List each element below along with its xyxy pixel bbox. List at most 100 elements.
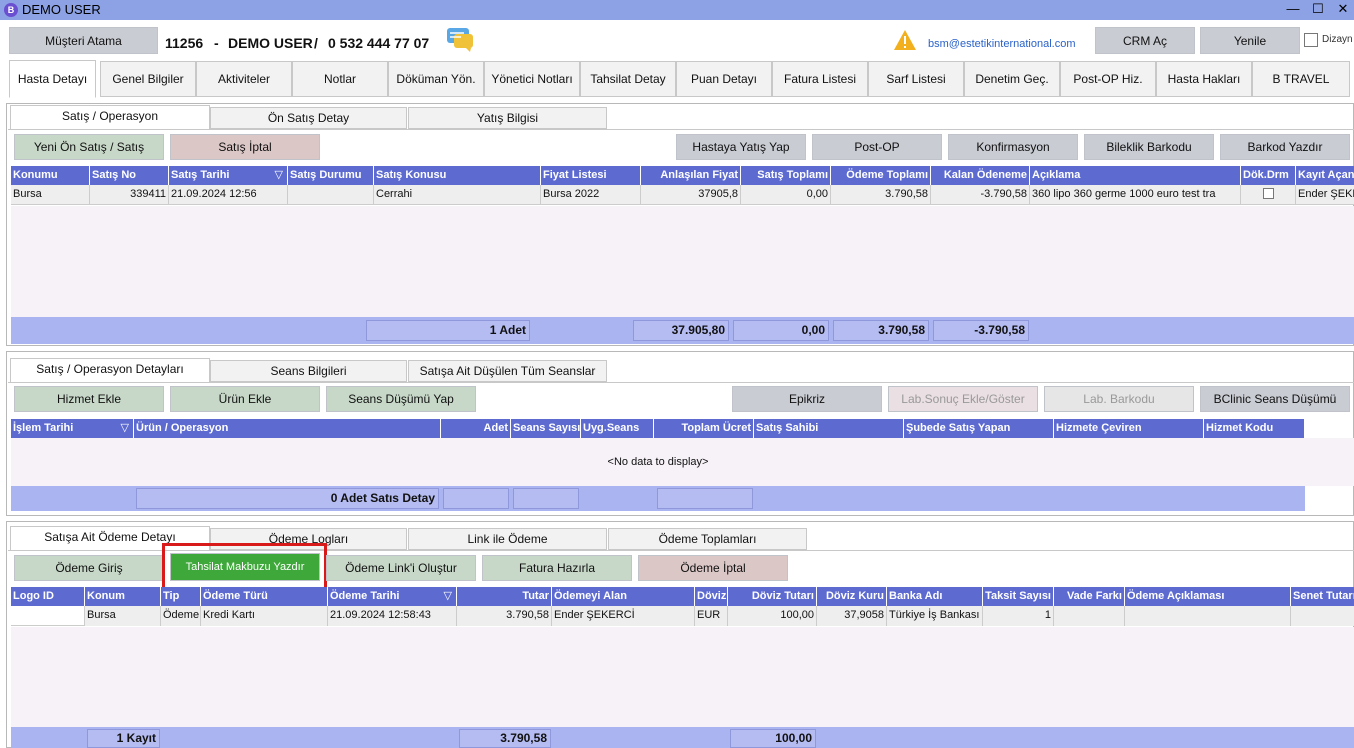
col-fx-rate[interactable]: Döviz Kuru: [817, 587, 887, 606]
tab-sale-operation-details[interactable]: Satış / Operasyon Detayları: [10, 358, 210, 383]
col-payment-total[interactable]: Ödeme Toplamı: [831, 166, 931, 185]
tab-admission-info[interactable]: Yatış Bilgisi: [408, 107, 607, 129]
col-bank-name[interactable]: Banka Adı: [887, 587, 983, 606]
sales-count: 1 Adet: [366, 320, 530, 341]
col-sale-owner[interactable]: Satış Sahibi: [754, 419, 904, 438]
col-installments[interactable]: Taksit Sayısı: [983, 587, 1054, 606]
tab-collection-detail[interactable]: Tahsilat Detay: [580, 61, 676, 97]
confirmation-button[interactable]: Konfirmasyon: [948, 134, 1078, 160]
tab-manager-notes[interactable]: Yönetici Notları: [484, 61, 580, 97]
col-sale-no[interactable]: Satış No: [90, 166, 169, 185]
close-icon[interactable]: ✕: [1330, 0, 1354, 20]
email-link[interactable]: bsm@estetikinternational.com: [928, 38, 1076, 50]
col-payment-type[interactable]: Ödeme Türü: [201, 587, 328, 606]
tab-presale-detail[interactable]: Ön Satış Detay: [210, 107, 407, 129]
col-service-code[interactable]: Hizmet Kodu: [1204, 419, 1305, 438]
col-applied-session[interactable]: Uyg.Seans: [581, 419, 654, 438]
col-total-fee[interactable]: Toplam Ücret: [654, 419, 754, 438]
filter-icon[interactable]: ▽: [275, 166, 283, 184]
bclinic-session-button[interactable]: BClinic Seans Düşümü: [1200, 386, 1350, 412]
col-product-operation[interactable]: Ürün / Operasyon: [134, 419, 441, 438]
tab-points-detail[interactable]: Puan Detayı: [676, 61, 772, 97]
col-sale-subject[interactable]: Satış Konusu: [374, 166, 541, 185]
col-sale-date[interactable]: Satış Tarihi ▽: [169, 166, 288, 185]
customer-assign-button[interactable]: Müşteri Atama: [9, 27, 158, 54]
epicrisis-button[interactable]: Epikriz: [732, 386, 882, 412]
cancel-payment-button[interactable]: Ödeme İptal: [638, 555, 788, 581]
sales-grid-header: Konumu Satış No Satış Tarihi ▽ Satış Duru…: [11, 166, 1354, 185]
lab-result-button[interactable]: Lab.Sonuç Ekle/Göster: [888, 386, 1038, 412]
tab-sales-operation[interactable]: Satış / Operasyon: [10, 105, 210, 130]
tab-consumables-list[interactable]: Sarf Listesi: [868, 61, 964, 97]
tab-postop-services[interactable]: Post-OP Hiz.: [1060, 61, 1156, 97]
create-payment-link-button[interactable]: Ödeme Link'i Oluştur: [326, 555, 476, 581]
col-payment-date[interactable]: Ödeme Tarihi ▽: [328, 587, 457, 606]
add-service-button[interactable]: Hizmet Ekle: [14, 386, 164, 412]
col-logo-id[interactable]: Logo ID: [11, 587, 85, 606]
design-checkbox[interactable]: [1304, 33, 1318, 50]
col-payment-note[interactable]: Ödeme Açıklaması: [1125, 587, 1291, 606]
tab-payment-totals[interactable]: Ödeme Toplamları: [608, 528, 807, 550]
col-branch-seller[interactable]: Şubede Satış Yapan: [904, 419, 1054, 438]
crm-open-button[interactable]: CRM Aç: [1095, 27, 1195, 54]
col-service-converter[interactable]: Hizmete Çeviren: [1054, 419, 1204, 438]
tab-all-sessions[interactable]: Satışa Ait Düşülen Tüm Seanslar: [408, 360, 607, 382]
refresh-button[interactable]: Yenile: [1200, 27, 1300, 54]
col-received-by[interactable]: Ödemeyi Alan: [552, 587, 695, 606]
tab-link-payment[interactable]: Link ile Ödeme: [408, 528, 607, 550]
tab-patient-rights[interactable]: Hasta Hakları: [1156, 61, 1252, 97]
col-session-count[interactable]: Seans Sayısı: [511, 419, 581, 438]
col-currency[interactable]: Döviz: [695, 587, 728, 606]
tab-b-travel[interactable]: B TRAVEL: [1252, 61, 1350, 97]
col-remaining[interactable]: Kalan Ödeneme: [931, 166, 1030, 185]
tab-invoice-list[interactable]: Fatura Listesi: [772, 61, 868, 97]
col-amount[interactable]: Tutar: [457, 587, 552, 606]
bracelet-barcode-button[interactable]: Bileklik Barkodu: [1084, 134, 1214, 160]
admit-patient-button[interactable]: Hastaya Yatış Yap: [676, 134, 806, 160]
col-sale-status[interactable]: Satış Durumu: [288, 166, 374, 185]
table-row[interactable]: Bursa Ödeme Kredi Kartı 21.09.2024 12:58…: [11, 606, 1354, 626]
maximize-icon[interactable]: ☐: [1305, 0, 1331, 20]
col-opened-by[interactable]: Kayıt Açan: [1296, 166, 1354, 185]
tab-general-info[interactable]: Genel Bilgiler: [100, 61, 196, 97]
lab-barcode-button[interactable]: Lab. Barkodu: [1044, 386, 1194, 412]
col-late-fee[interactable]: Vade Farkı: [1054, 587, 1125, 606]
session-deduct-button[interactable]: Seans Düşümü Yap: [326, 386, 476, 412]
col-type[interactable]: Tip: [161, 587, 201, 606]
add-product-button[interactable]: Ürün Ekle: [170, 386, 320, 412]
col-bond-amount[interactable]: Senet Tutarı: [1291, 587, 1354, 606]
new-sale-button[interactable]: Yeni Ön Satış / Satış: [14, 134, 164, 160]
col-description[interactable]: Açıklama: [1030, 166, 1241, 185]
doc-status-checkbox[interactable]: [1241, 185, 1296, 205]
tab-patient-detail[interactable]: Hasta Detayı: [9, 60, 96, 98]
filter-icon[interactable]: ▽: [121, 419, 129, 437]
tab-documents[interactable]: Döküman Yön.: [388, 61, 484, 97]
cell-payment-note: [1125, 606, 1291, 626]
message-icon[interactable]: [446, 27, 474, 53]
print-barcode-button[interactable]: Barkod Yazdır: [1220, 134, 1350, 160]
cancel-sale-button[interactable]: Satış İptal: [170, 134, 320, 160]
col-sale-total[interactable]: Satış Toplamı: [741, 166, 831, 185]
col-pay-location[interactable]: Konum: [85, 587, 161, 606]
col-quantity[interactable]: Adet: [441, 419, 511, 438]
col-agreed-price[interactable]: Anlaşılan Fiyat: [641, 166, 741, 185]
col-fx-amount[interactable]: Döviz Tutarı: [728, 587, 817, 606]
tab-session-info[interactable]: Seans Bilgileri: [210, 360, 407, 382]
col-process-date[interactable]: İşlem Tarihi ▽: [11, 419, 134, 438]
table-row[interactable]: Bursa 339411 21.09.2024 12:56 Cerrahi Bu…: [11, 185, 1354, 205]
print-receipt-button[interactable]: Tahsilat Makbuzu Yazdır: [170, 553, 320, 581]
col-location[interactable]: Konumu: [11, 166, 90, 185]
postop-button[interactable]: Post-OP: [812, 134, 942, 160]
tab-activities[interactable]: Aktiviteler: [196, 61, 292, 97]
payment-entry-button[interactable]: Ödeme Giriş: [14, 555, 164, 581]
cell-received-by: Ender ŞEKERCİ: [552, 606, 695, 626]
prepare-invoice-button[interactable]: Fatura Hazırla: [482, 555, 632, 581]
minimize-icon[interactable]: —: [1280, 0, 1306, 20]
patient-phone: 0 532 444 77 07: [328, 35, 430, 51]
col-doc-status[interactable]: Dök.Drm: [1241, 166, 1296, 185]
payments-grid-body: [11, 627, 1354, 727]
tab-notes[interactable]: Notlar: [292, 61, 388, 97]
col-price-list[interactable]: Fiyat Listesi: [541, 166, 641, 185]
filter-icon[interactable]: ▽: [444, 587, 452, 605]
tab-audit-trail[interactable]: Denetim Geç.: [964, 61, 1060, 97]
